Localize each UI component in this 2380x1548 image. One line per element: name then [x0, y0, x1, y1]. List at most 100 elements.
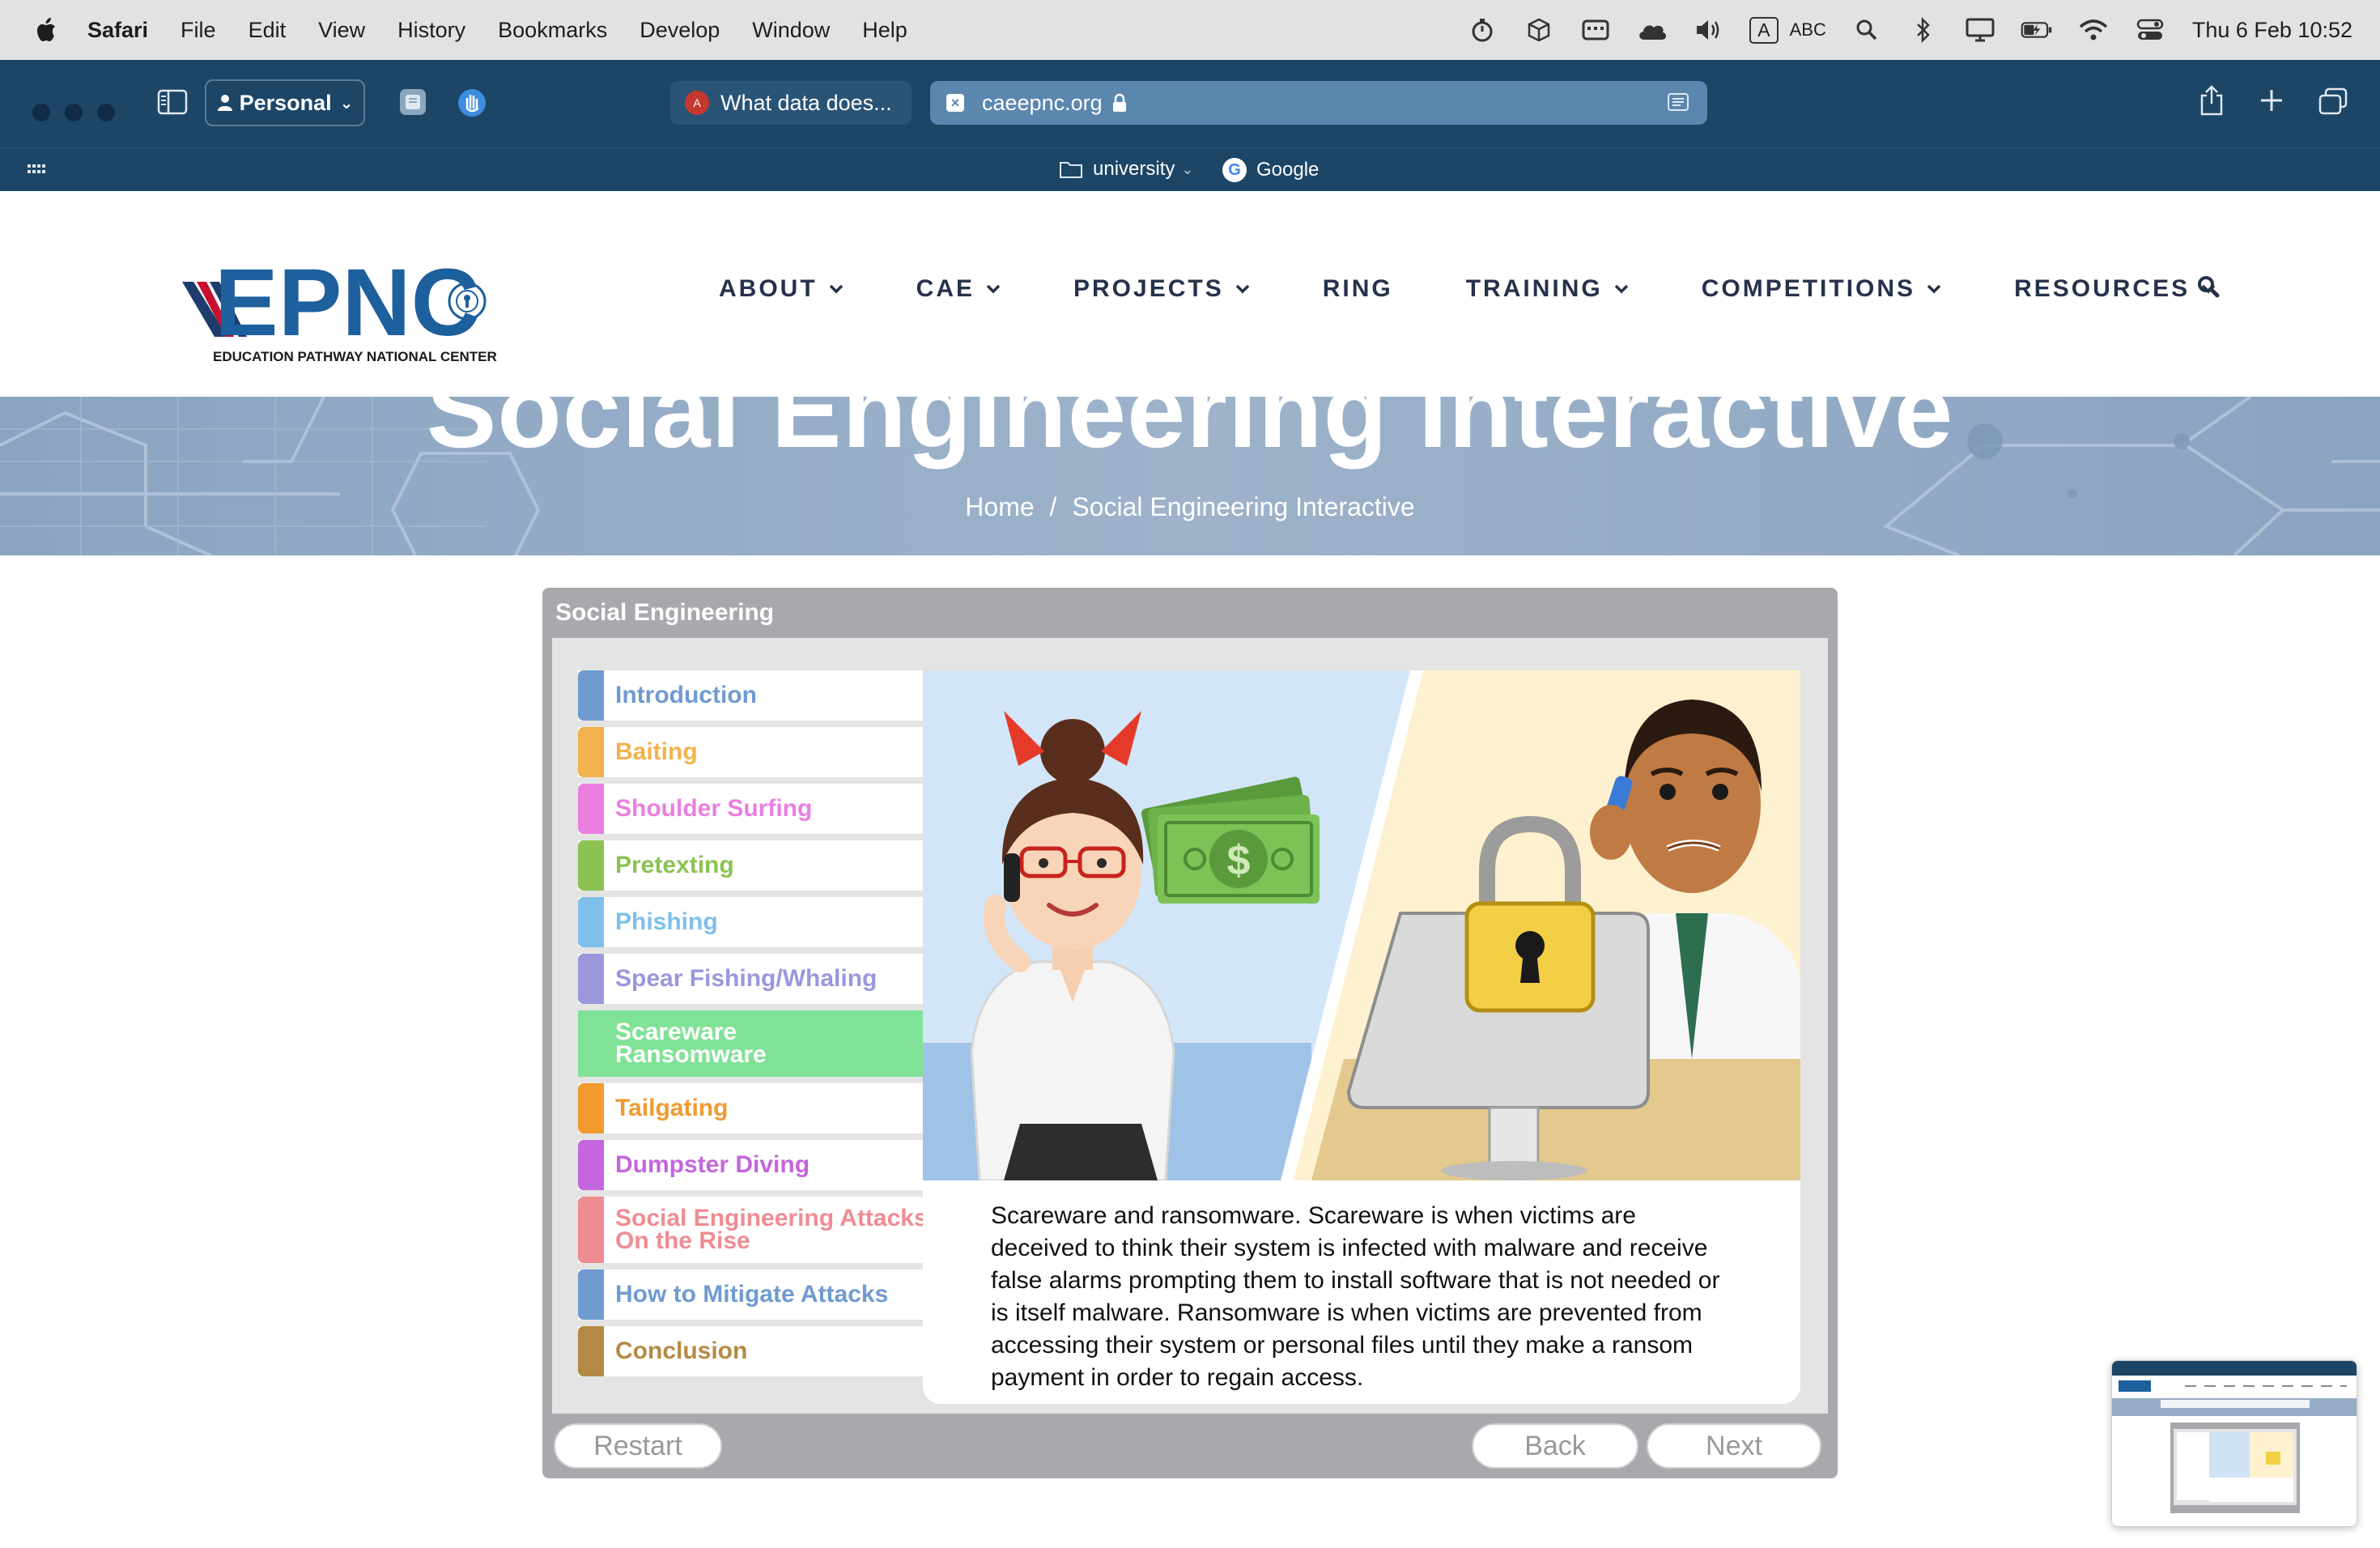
topic-menu-label: Conclusion: [615, 1337, 748, 1364]
control-center-icon[interactable]: [2134, 14, 2166, 46]
display-icon[interactable]: [1964, 14, 1996, 46]
topic-color-swatch: [578, 897, 604, 947]
tab-inactive-title: What data does...: [720, 90, 892, 115]
menu-view[interactable]: View: [318, 18, 365, 43]
back-button[interactable]: Back: [1472, 1423, 1638, 1469]
share-icon[interactable]: [2199, 84, 2225, 117]
tab-overview-icon[interactable]: [2318, 87, 2348, 115]
menubar-clock[interactable]: Thu 6 Feb 10:52: [2192, 18, 2352, 43]
topic-menu-item[interactable]: Social Engineering Attacks On the Rise: [578, 1197, 934, 1263]
topic-menu-label: Tailgating: [615, 1095, 729, 1121]
reader-mode-icon[interactable]: [1667, 92, 1689, 113]
menu-app-name[interactable]: Safari: [87, 18, 148, 43]
bluetooth-icon[interactable]: [1907, 14, 1940, 46]
topic-menu-item[interactable]: Dumpster Diving: [578, 1140, 934, 1190]
topic-menu-item[interactable]: Scareware Ransomware: [578, 1010, 934, 1077]
breadcrumb: Home / Social Engineering Interactive: [0, 492, 2380, 522]
extension-icon[interactable]: [398, 87, 427, 117]
nav-resources[interactable]: RESOURCES: [2014, 275, 2216, 303]
menu-edit[interactable]: Edit: [249, 18, 287, 43]
menu-history[interactable]: History: [397, 18, 465, 43]
bookmark-google[interactable]: G Google: [1222, 158, 1319, 182]
restart-button[interactable]: Restart: [554, 1423, 722, 1469]
nav-training[interactable]: TRAINING: [1466, 275, 1629, 303]
volume-icon[interactable]: [1693, 14, 1725, 46]
zoom-window-button[interactable]: [97, 104, 115, 121]
tab-inactive[interactable]: A What data does...: [670, 81, 912, 125]
sidebar-toggle-icon[interactable]: [157, 89, 188, 115]
breadcrumb-home-link[interactable]: Home: [965, 492, 1034, 521]
breadcrumb-current: Social Engineering Interactive: [1072, 492, 1415, 521]
cube-status-icon[interactable]: [1523, 14, 1555, 46]
topic-color-swatch: [578, 954, 604, 1004]
site-search-icon[interactable]: [2197, 275, 2220, 298]
topic-color-swatch: [578, 1140, 604, 1190]
topic-menu-item[interactable]: Pretexting: [578, 840, 934, 891]
input-source-label[interactable]: ABC: [1790, 19, 1826, 40]
caption-text: Scareware and ransomware. Scareware is w…: [991, 1202, 1720, 1391]
chevron-down-icon: [1235, 284, 1249, 294]
tab-active-address-bar[interactable]: × caeepnc.org: [930, 81, 1707, 125]
wifi-icon[interactable]: [2077, 14, 2110, 46]
topic-menu-item[interactable]: Spear Fishing/Whaling: [578, 954, 934, 1004]
menu-file[interactable]: File: [181, 18, 216, 43]
next-button[interactable]: Next: [1647, 1423, 1821, 1469]
topic-color-swatch: [578, 1269, 604, 1320]
module-stage: Introduction Baiting Shoulder Surfing Prete…: [552, 638, 1828, 1414]
address-text[interactable]: caeepnc.org: [982, 91, 1103, 116]
topic-menu-item[interactable]: Phishing: [578, 897, 934, 947]
new-tab-icon[interactable]: [2259, 87, 2284, 113]
nav-about[interactable]: ABOUT: [719, 275, 844, 303]
nav-label: PROJECTS: [1073, 275, 1224, 302]
close-window-button[interactable]: [32, 104, 50, 121]
screenshot-preview-thumbnail[interactable]: [2111, 1360, 2357, 1527]
nav-ring[interactable]: RING: [1323, 275, 1393, 303]
nav-cae[interactable]: CAE: [916, 275, 1001, 303]
calendar-status-icon[interactable]: [1579, 14, 1612, 46]
chevron-down-icon: ⌄: [1181, 160, 1194, 177]
topic-menu-label: Phishing: [615, 908, 718, 935]
favorites-bar: university ⌄ G Google: [0, 147, 2380, 191]
main-navigation: ABOUT CAE PROJECTS RING TRAINING COMPETI…: [719, 275, 2289, 303]
battery-icon[interactable]: [2021, 14, 2053, 46]
topic-menu-item[interactable]: Shoulder Surfing: [578, 784, 934, 834]
input-source-badge[interactable]: A: [1749, 16, 1779, 44]
topic-menu-item[interactable]: Baiting: [578, 727, 934, 777]
nav-label: TRAINING: [1465, 275, 1603, 302]
hero-banner: Social Engineering Interactive Home / So…: [0, 397, 2380, 555]
topic-color-swatch: [578, 1083, 604, 1133]
timer-status-icon[interactable]: [1466, 14, 1498, 46]
topic-menu-label: How to Mitigate Attacks: [615, 1281, 889, 1308]
close-tab-icon[interactable]: ×: [946, 94, 964, 112]
topic-color-swatch: [578, 784, 604, 834]
menu-develop[interactable]: Develop: [640, 18, 720, 43]
nav-label: COMPETITIONS: [1701, 275, 1916, 302]
privacy-hand-icon[interactable]: [457, 87, 487, 118]
apple-menu-icon[interactable]: [31, 14, 63, 46]
menu-window[interactable]: Window: [752, 18, 830, 43]
menu-bookmarks[interactable]: Bookmarks: [498, 18, 607, 43]
topic-menu-item[interactable]: Introduction: [578, 670, 934, 721]
nav-projects[interactable]: PROJECTS: [1073, 275, 1250, 303]
topic-menu-item[interactable]: Tailgating: [578, 1083, 934, 1133]
logo-text: EPNC: [215, 249, 480, 356]
cloud-status-icon[interactable]: [1636, 14, 1668, 46]
epnc-logo[interactable]: EPNC EDUCATION PATHWAY NATIONAL CENTER: [182, 233, 506, 363]
chevron-down-icon: [829, 284, 843, 294]
topic-color-swatch: [578, 1197, 604, 1263]
topic-menu-label: Social Engineering Attacks On the Rise: [615, 1205, 928, 1254]
bookmark-folder-university[interactable]: university ⌄: [1059, 158, 1193, 181]
minimize-window-button[interactable]: [65, 104, 83, 121]
spotlight-search-icon[interactable]: [1851, 14, 1883, 46]
svg-text:$: $: [1227, 837, 1251, 884]
nav-competitions[interactable]: COMPETITIONS: [1702, 275, 1941, 303]
profile-switcher[interactable]: Personal ⌄: [205, 79, 365, 126]
menu-help[interactable]: Help: [862, 18, 907, 43]
apps-grid-icon[interactable]: [28, 163, 45, 179]
topic-menu-item[interactable]: How to Mitigate Attacks: [578, 1269, 934, 1320]
topic-caption: Scareware and ransomware. Scareware is w…: [923, 1180, 1800, 1404]
chevron-down-icon: [1927, 284, 1941, 294]
topic-menu-item[interactable]: Conclusion: [578, 1326, 934, 1376]
safari-toolbar: Personal ⌄ A What data does... × caeepnc…: [0, 60, 2380, 191]
topic-color-swatch: [578, 670, 604, 721]
